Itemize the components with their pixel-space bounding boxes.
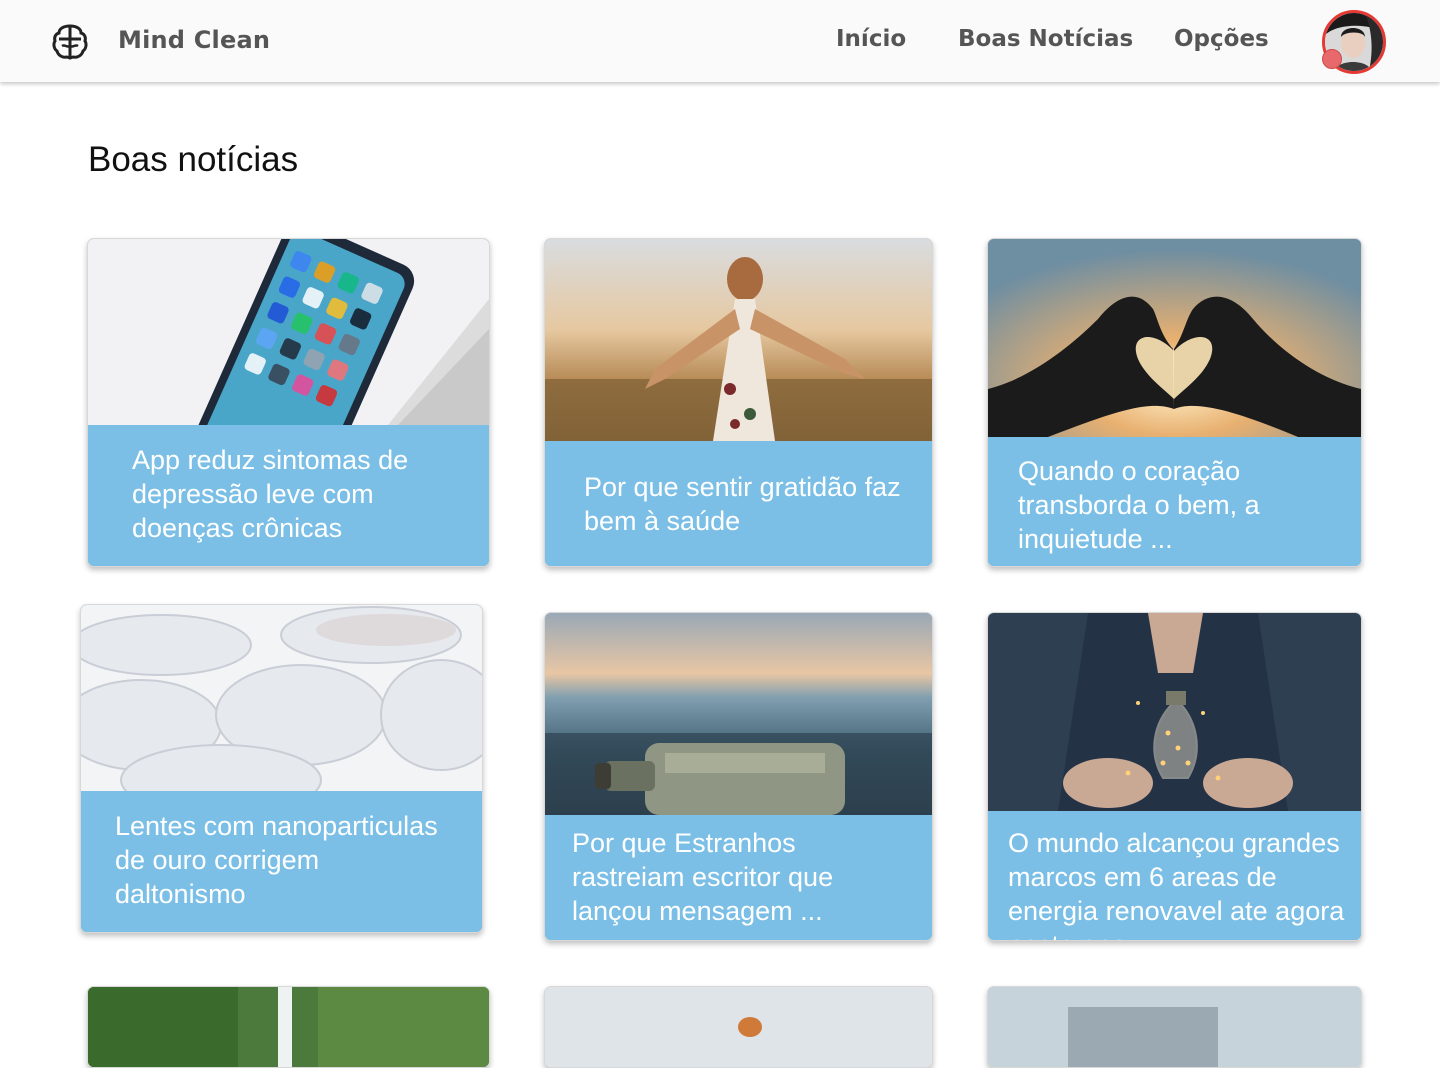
nav-boas-noticias[interactable]: Boas Notícias [958, 26, 1133, 52]
status-indicator [1322, 49, 1342, 69]
card-title: Lentes com nanoparticulas de ouro corrig… [81, 791, 482, 932]
news-card[interactable]: Lentes com nanoparticulas de ouro corrig… [80, 604, 483, 933]
card-image-lenses [81, 605, 482, 791]
card-image-sky-partial [988, 987, 1361, 1067]
card-title: Por que sentir gratidão faz bem à saúde [545, 441, 932, 566]
card-image-woman-sunset [545, 239, 932, 441]
card-title: Por que Estranhos rastreiam escritor que… [545, 815, 932, 940]
news-card[interactable]: Quando o coração transborda o bem, a inq… [987, 238, 1362, 567]
card-title: App reduz sintomas de depressão leve com… [88, 425, 489, 566]
news-card[interactable]: Por que Estranhos rastreiam escritor que… [544, 612, 933, 941]
news-card[interactable]: Por que sentir gratidão faz bem à saúde [544, 238, 933, 567]
card-image-person-partial [545, 987, 932, 1067]
card-image-phone [88, 239, 489, 425]
top-navigation-bar: Mind Clean Início Boas Notícias Opções [0, 0, 1440, 82]
nav-opcoes[interactable]: Opções [1174, 26, 1269, 52]
app-name: Mind Clean [118, 26, 271, 54]
card-image-heart-hands [988, 239, 1361, 437]
card-title: O mundo alcançou grandes marcos em 6 are… [988, 811, 1361, 940]
news-card[interactable] [544, 986, 933, 1068]
brain-icon[interactable] [50, 22, 90, 62]
card-image-lightbulb [988, 613, 1361, 811]
news-card[interactable]: O mundo alcançou grandes marcos em 6 are… [987, 612, 1362, 941]
news-card[interactable] [987, 986, 1362, 1068]
card-title: Quando o coração transborda o bem, a inq… [988, 437, 1361, 566]
card-image-bottle-beach [545, 613, 932, 815]
card-image-waterfall [88, 987, 489, 1067]
news-card[interactable]: App reduz sintomas de depressão leve com… [87, 238, 490, 567]
news-card[interactable] [87, 986, 490, 1068]
page-title: Boas notícias [88, 140, 299, 179]
nav-inicio[interactable]: Início [836, 26, 906, 52]
